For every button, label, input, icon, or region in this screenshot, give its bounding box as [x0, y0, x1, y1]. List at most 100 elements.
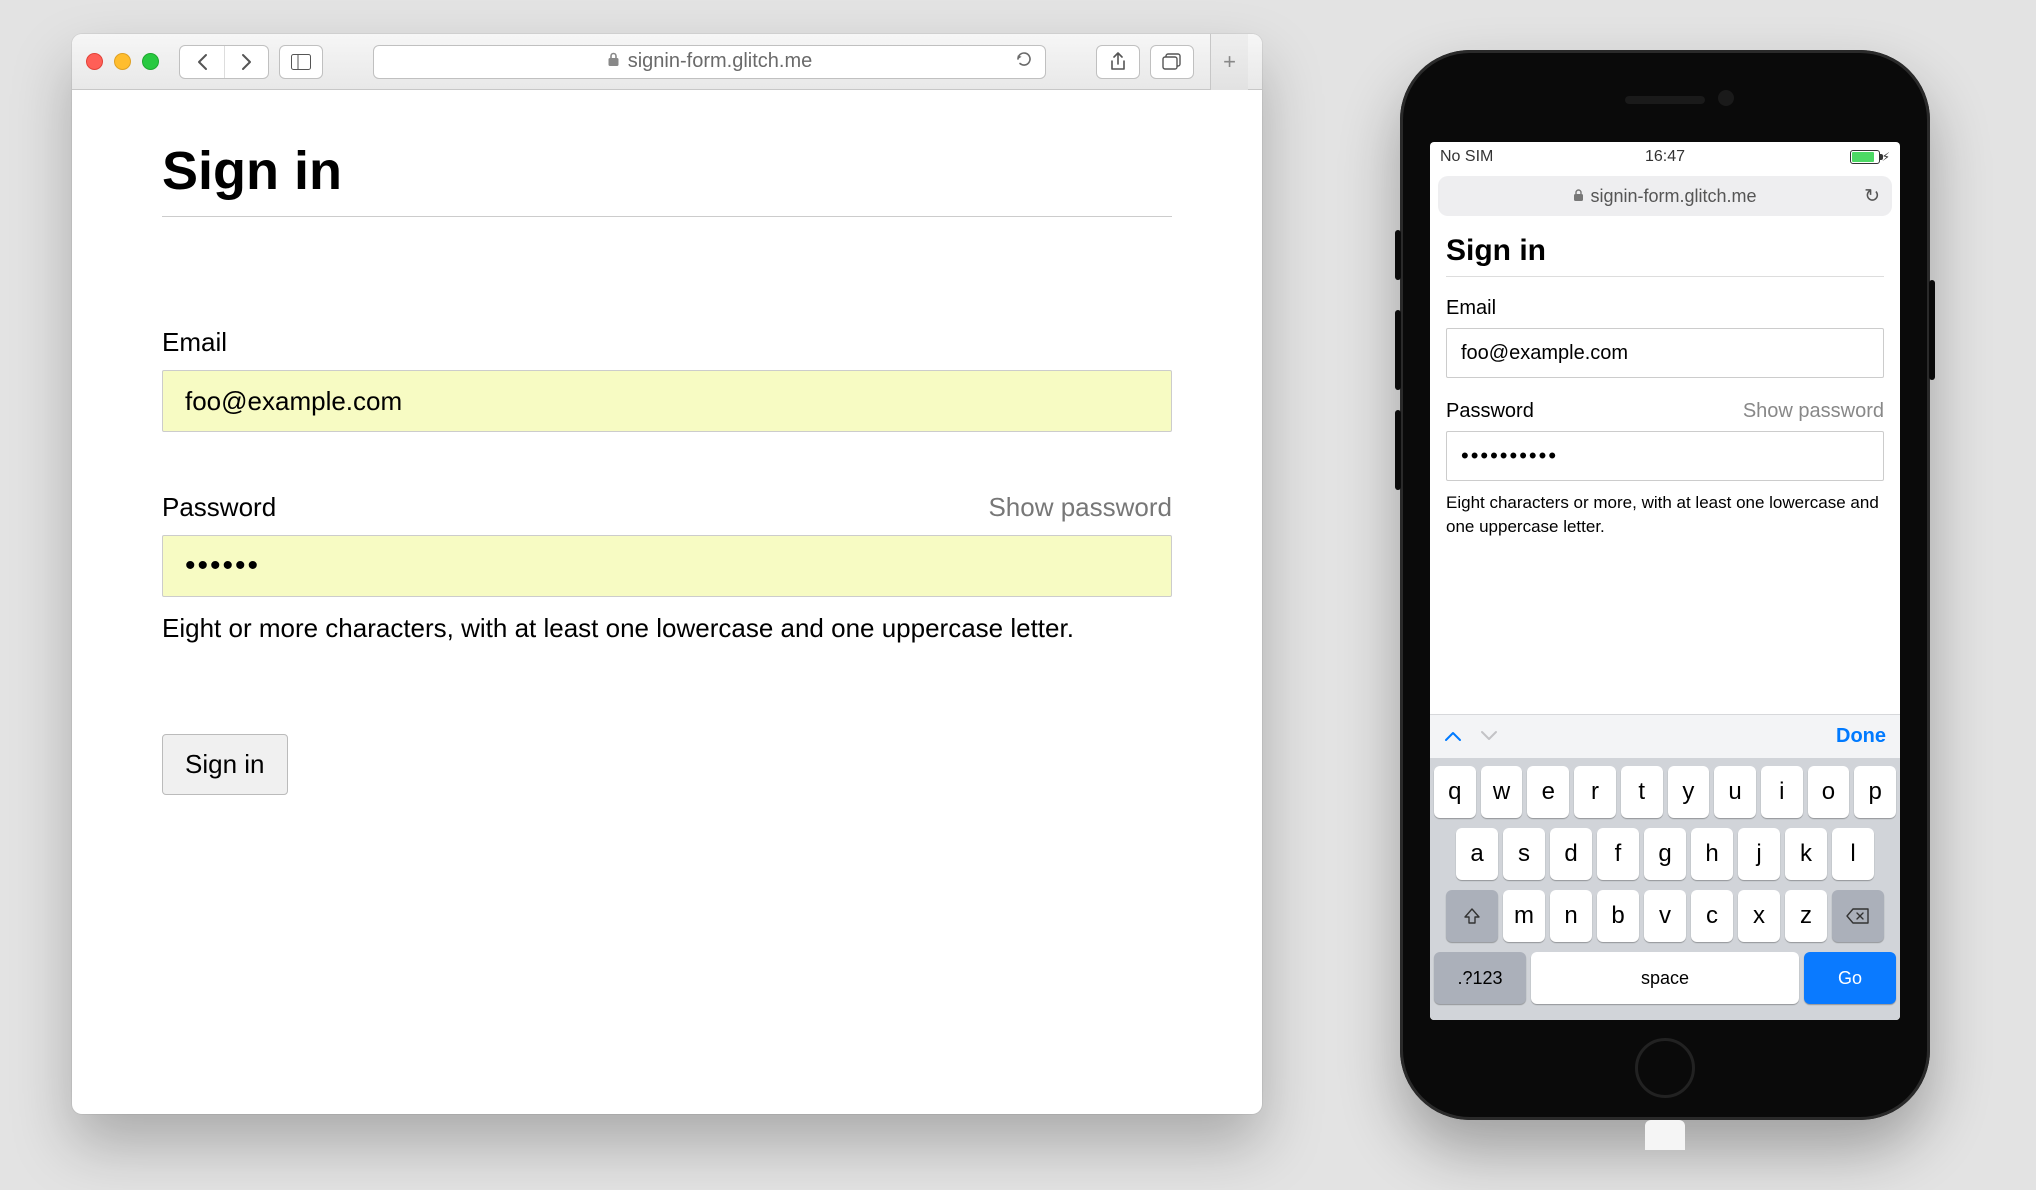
ios-password-value: •••••••••• — [1461, 445, 1558, 467]
key-i[interactable]: i — [1761, 766, 1803, 818]
ios-status-bar: No SIM 16:47 ⚡︎ — [1430, 142, 1900, 172]
key-u[interactable]: u — [1714, 766, 1756, 818]
email-label: Email — [162, 327, 227, 358]
key-s[interactable]: s — [1503, 828, 1545, 880]
ios-keyboard: qwertyuiop asdfghjkl mnbvcxz .?123 space… — [1430, 758, 1900, 1020]
key-x[interactable]: x — [1738, 890, 1780, 942]
keyboard-row-1: qwertyuiop — [1434, 766, 1896, 818]
ios-reload-icon[interactable]: ↻ — [1864, 185, 1880, 208]
ios-page-content: Sign in Email foo@example.com Password S… — [1430, 226, 1900, 714]
key-a[interactable]: a — [1456, 828, 1498, 880]
key-f[interactable]: f — [1597, 828, 1639, 880]
password-value: •••••• — [185, 551, 260, 581]
tabs-button[interactable] — [1150, 45, 1194, 79]
ios-page-title: Sign in — [1446, 234, 1884, 268]
key-b[interactable]: b — [1597, 890, 1639, 942]
url-text: signin-form.glitch.me — [628, 50, 813, 73]
numbers-key[interactable]: .?123 — [1434, 952, 1526, 1004]
iphone-device: No SIM 16:47 ⚡︎ signin-form.glitch.me ↻ … — [1400, 50, 1930, 1120]
key-v[interactable]: v — [1644, 890, 1686, 942]
key-j[interactable]: j — [1738, 828, 1780, 880]
share-button[interactable] — [1096, 45, 1140, 79]
go-key[interactable]: Go — [1804, 952, 1896, 1004]
ios-show-password-toggle[interactable]: Show password — [1743, 400, 1884, 423]
ios-email-field[interactable]: foo@example.com — [1446, 328, 1884, 378]
ios-password-hint: Eight characters or more, with at least … — [1446, 491, 1884, 539]
password-field[interactable]: •••••• — [162, 535, 1172, 597]
iphone-screen: No SIM 16:47 ⚡︎ signin-form.glitch.me ↻ … — [1430, 142, 1900, 1020]
email-field[interactable]: foo@example.com — [162, 370, 1172, 432]
key-q[interactable]: q — [1434, 766, 1476, 818]
new-tab-button[interactable]: + — [1210, 34, 1248, 90]
forward-button[interactable] — [224, 46, 268, 78]
keyboard-done-button[interactable]: Done — [1836, 725, 1886, 748]
key-k[interactable]: k — [1785, 828, 1827, 880]
ios-email-label: Email — [1446, 297, 1496, 320]
volume-up-button — [1395, 310, 1401, 390]
key-l[interactable]: l — [1832, 828, 1874, 880]
volume-down-button — [1395, 410, 1401, 490]
key-n[interactable]: n — [1550, 890, 1592, 942]
shift-key[interactable] — [1446, 890, 1498, 942]
battery-status: ⚡︎ — [1740, 148, 1890, 166]
next-field-button[interactable] — [1480, 725, 1498, 748]
status-time: 16:47 — [1590, 148, 1740, 166]
key-h[interactable]: h — [1691, 828, 1733, 880]
space-key[interactable]: space — [1531, 952, 1799, 1004]
ios-title-divider — [1446, 276, 1884, 277]
key-m[interactable]: m — [1503, 890, 1545, 942]
prev-field-button[interactable] — [1444, 725, 1462, 748]
key-g[interactable]: g — [1644, 828, 1686, 880]
page-title: Sign in — [162, 140, 1172, 202]
key-w[interactable]: w — [1481, 766, 1523, 818]
carrier-text: No SIM — [1440, 148, 1590, 166]
charging-icon: ⚡︎ — [1882, 150, 1890, 164]
ios-password-group: Password Show password •••••••••• Eight … — [1446, 400, 1884, 539]
mute-switch — [1395, 230, 1401, 280]
reload-icon[interactable] — [1015, 50, 1033, 74]
ios-password-label: Password — [1446, 400, 1534, 423]
signin-button[interactable]: Sign in — [162, 734, 288, 795]
ios-email-group: Email foo@example.com — [1446, 297, 1884, 378]
ios-url-text: signin-form.glitch.me — [1590, 186, 1756, 207]
key-c[interactable]: c — [1691, 890, 1733, 942]
keyboard-row-2: asdfghjkl — [1434, 828, 1896, 880]
window-close-button[interactable] — [86, 53, 103, 70]
window-controls — [86, 53, 159, 70]
email-group: Email foo@example.com — [162, 327, 1172, 432]
keyboard-row-4: .?123 space Go — [1434, 952, 1896, 1004]
password-label: Password — [162, 492, 276, 523]
key-e[interactable]: e — [1527, 766, 1569, 818]
key-t[interactable]: t — [1621, 766, 1663, 818]
email-value: foo@example.com — [185, 386, 402, 417]
window-maximize-button[interactable] — [142, 53, 159, 70]
safari-window: signin-form.glitch.me + Sign in Email fo… — [72, 34, 1262, 1114]
title-divider — [162, 216, 1172, 217]
address-bar[interactable]: signin-form.glitch.me — [373, 45, 1046, 79]
safari-titlebar: signin-form.glitch.me + — [72, 34, 1262, 90]
window-minimize-button[interactable] — [114, 53, 131, 70]
show-password-toggle[interactable]: Show password — [988, 492, 1172, 523]
ios-password-field[interactable]: •••••••••• — [1446, 431, 1884, 481]
key-y[interactable]: y — [1668, 766, 1710, 818]
ios-email-value: foo@example.com — [1461, 342, 1628, 365]
lock-icon — [607, 50, 620, 73]
home-button[interactable] — [1635, 1038, 1695, 1098]
key-o[interactable]: o — [1808, 766, 1850, 818]
keyboard-accessory-bar: Done — [1430, 714, 1900, 758]
key-p[interactable]: p — [1854, 766, 1896, 818]
key-d[interactable]: d — [1550, 828, 1592, 880]
back-button[interactable] — [180, 46, 224, 78]
front-camera — [1718, 90, 1734, 106]
backspace-key[interactable] — [1832, 890, 1884, 942]
power-button — [1929, 280, 1935, 380]
sidebar-toggle-button[interactable] — [279, 45, 323, 79]
lightning-cable — [1645, 1120, 1685, 1150]
key-r[interactable]: r — [1574, 766, 1616, 818]
password-hint: Eight or more characters, with at least … — [162, 613, 1172, 644]
page-content: Sign in Email foo@example.com Password S… — [72, 90, 1262, 845]
ios-address-bar[interactable]: signin-form.glitch.me ↻ — [1438, 176, 1892, 216]
lock-icon — [1573, 186, 1584, 207]
keyboard-row-3: mnbvcxz — [1434, 890, 1896, 942]
key-z[interactable]: z — [1785, 890, 1827, 942]
